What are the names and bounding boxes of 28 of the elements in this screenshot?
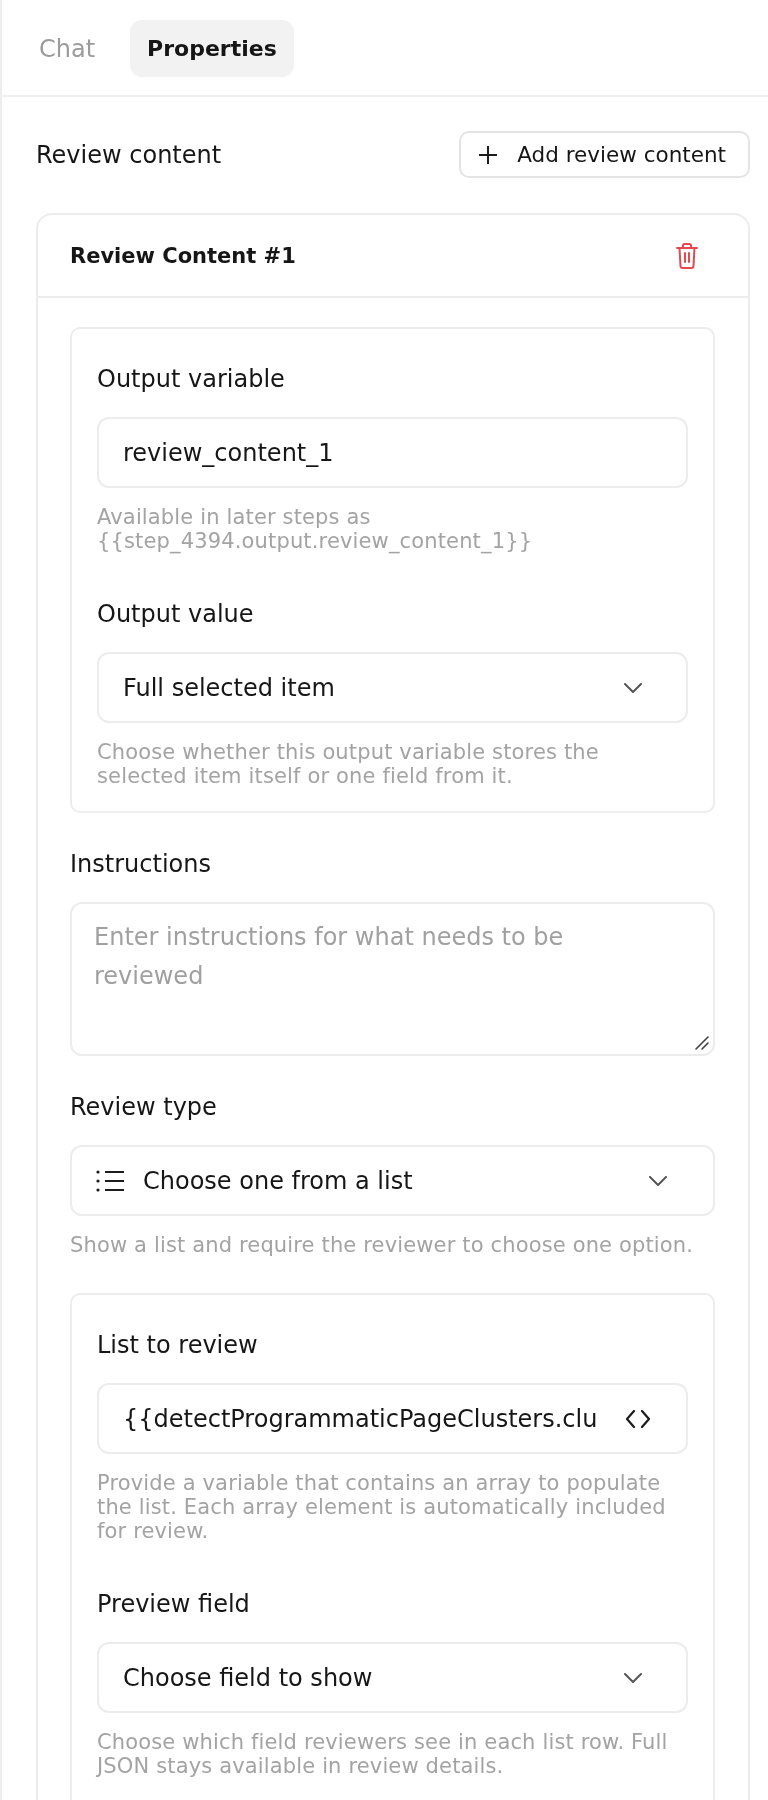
dropdown[interactable]: Choose one from a list xyxy=(70,1145,715,1216)
helper-text: Show a list and require the reviewer to choose one option. xyxy=(70,1233,695,1257)
field-label: Review type xyxy=(70,1092,218,1122)
chevron-down-icon xyxy=(649,1175,667,1186)
list-icon xyxy=(96,1169,124,1192)
dropdown[interactable]: Choose field to show xyxy=(97,1642,688,1713)
tab[interactable]: Properties xyxy=(130,20,294,77)
plus-icon xyxy=(479,145,498,164)
helper-text: Available in later steps as {{step_4394.output.review_content_1}} xyxy=(97,505,534,553)
chevron-down-icon xyxy=(624,682,642,693)
code-icon[interactable] xyxy=(626,1409,650,1428)
helper-text: Choose which field reviewers see in each list row. Full JSON stays available in review details. xyxy=(97,1730,669,1778)
resize-handle-icon[interactable] xyxy=(695,1036,709,1050)
trash-icon[interactable] xyxy=(676,242,698,269)
chevron-down-icon xyxy=(624,1672,642,1683)
add-review-content-button[interactable]: Add review content xyxy=(459,131,750,178)
field-label: Preview field xyxy=(97,1589,251,1619)
card-title: Review Content #1 xyxy=(70,243,296,268)
dropdown[interactable]: Full selected item xyxy=(97,652,688,723)
section-title: Review content xyxy=(36,139,222,170)
helper-text: Choose whether this output variable stores the selected item itself or one field from it. xyxy=(97,740,600,788)
field-label: Output variable xyxy=(97,364,286,394)
helper-text: Provide a variable that contains an array to populate the list. Each array element is automatically included for review. xyxy=(97,1471,667,1543)
field-label: Output value xyxy=(97,599,255,629)
input-field[interactable]: {{detectProgrammaticPageClusters.clu xyxy=(97,1383,688,1454)
input-field[interactable]: review_content_1 xyxy=(97,417,688,488)
field-label: List to review xyxy=(97,1330,259,1360)
field-label: Instructions xyxy=(70,849,212,879)
